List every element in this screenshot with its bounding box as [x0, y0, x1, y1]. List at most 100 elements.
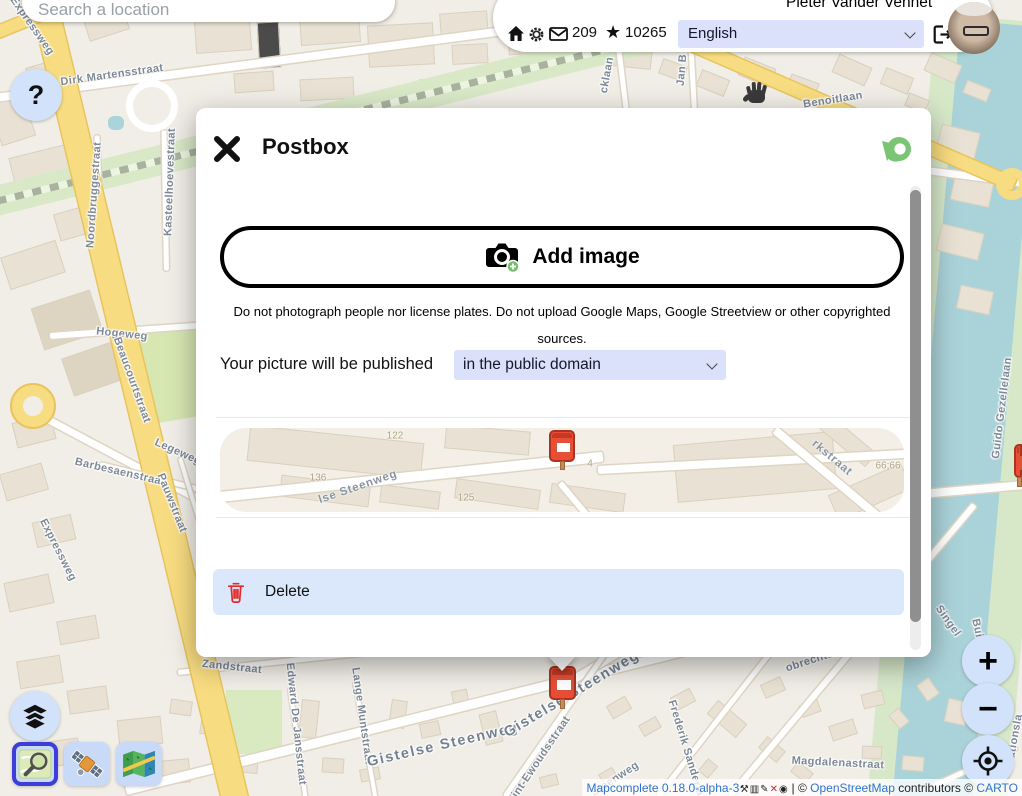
house-number-label: 122 — [387, 431, 404, 442]
attribution-bar: Mapcomplete 0.18.0-alpha-3⚒▥✎✕◉ | © Open… — [582, 779, 1022, 796]
building — [0, 240, 66, 290]
attribution-middle: contributors © — [895, 781, 977, 795]
pencil-icon: ✎ — [760, 784, 768, 795]
circle-arrow-icon: ◉ — [779, 784, 788, 795]
building — [452, 43, 489, 65]
building — [56, 615, 100, 646]
dialog-title: Postbox — [262, 134, 349, 160]
attribution-separator: | © — [788, 781, 810, 795]
divider — [216, 517, 910, 518]
mapcomplete-app: Dirk MartensstraatExpresswegNoordbrugges… — [0, 0, 1022, 796]
zoom-out-button[interactable]: − — [962, 683, 1014, 735]
postbox-marker[interactable] — [549, 666, 576, 700]
building — [322, 757, 345, 773]
roundabout — [126, 80, 178, 132]
add-image-button[interactable]: Add image — [220, 226, 904, 288]
plus-icon: + — [978, 642, 998, 681]
chevron-down-icon — [706, 358, 717, 369]
zoom-in-button[interactable]: + — [962, 635, 1014, 687]
language-value: English — [688, 25, 737, 42]
close-icon[interactable] — [212, 134, 242, 164]
minus-icon: − — [978, 690, 998, 729]
divider — [216, 417, 910, 418]
background-osm-button[interactable] — [12, 742, 58, 786]
star-icon: ★ — [605, 22, 621, 43]
postbox-marker-leg — [560, 699, 565, 709]
delete-button[interactable]: Delete — [213, 569, 904, 615]
username: Pieter Vander Vennet — [786, 0, 932, 12]
building — [606, 696, 633, 720]
trash-icon — [227, 581, 245, 604]
postbox-marker-partial[interactable] — [1014, 444, 1022, 478]
building — [3, 574, 54, 613]
tools-icon: ⚒ — [740, 784, 749, 795]
carto-link[interactable]: CARTO — [976, 781, 1018, 795]
camera-plus-icon — [484, 241, 520, 273]
chevron-down-icon — [904, 27, 915, 38]
building — [233, 71, 274, 94]
building — [539, 773, 559, 789]
chart-icon: ▥ — [750, 784, 759, 795]
building — [831, 54, 872, 87]
minimap-building — [444, 428, 531, 456]
osm-logo-icon — [18, 749, 52, 779]
home-icon[interactable] — [507, 25, 525, 42]
search-icon[interactable] — [355, 0, 385, 2]
pan-hand-cursor — [746, 82, 770, 108]
gear-icon[interactable] — [528, 26, 545, 43]
geolocate-icon — [972, 745, 1004, 777]
building — [638, 716, 662, 737]
help-label: ? — [28, 80, 45, 111]
building — [880, 67, 915, 95]
building — [828, 718, 858, 741]
license-select[interactable]: in the public domain — [454, 350, 726, 380]
mail-icon[interactable] — [549, 27, 568, 41]
street-label: Jan B — [675, 54, 690, 87]
help-button[interactable]: ? — [10, 69, 62, 121]
house-number-label: 66;66 — [875, 461, 900, 472]
building — [67, 685, 110, 714]
house-number-label: 4 — [587, 459, 593, 470]
street-label: Kasteelhoevestraat — [162, 128, 178, 236]
avatar[interactable] — [948, 2, 1000, 54]
layers-button[interactable] — [10, 691, 60, 741]
background-satellite-button[interactable] — [64, 742, 110, 786]
building — [31, 289, 104, 350]
postbox-dialog: Postbox Add image Do not photograph peop… — [196, 108, 931, 657]
stars-count[interactable]: 10265 — [625, 24, 667, 41]
mapcomplete-logo-icon — [876, 133, 914, 169]
map-icon — [121, 749, 157, 779]
delete-label: Delete — [265, 583, 310, 601]
scrollbar-thumb[interactable] — [910, 190, 921, 622]
layers-icon — [21, 703, 49, 730]
cross-icon: ✕ — [770, 784, 778, 795]
search-input[interactable] — [38, 0, 358, 20]
roundabout-center — [23, 396, 43, 416]
osm-link[interactable]: OpenStreetMap — [810, 781, 895, 795]
inbox-count[interactable]: 209 — [572, 24, 597, 41]
language-select[interactable]: English — [678, 20, 924, 48]
building — [760, 676, 786, 699]
image-disclaimer: Do not photograph people nor license pla… — [226, 298, 898, 352]
building — [169, 699, 193, 717]
building — [16, 655, 64, 690]
minimap[interactable]: 122136lse Steenweg1254rkstraat66;66 — [220, 428, 904, 512]
house-number-label: 136 — [310, 473, 327, 484]
satellite-icon — [69, 748, 105, 780]
license-label: Your picture will be published — [220, 355, 433, 374]
building — [0, 462, 49, 501]
license-value: in the public domain — [463, 356, 601, 374]
building — [901, 755, 924, 772]
postbox-marker-partial-leg — [1017, 477, 1022, 487]
pond — [108, 116, 124, 130]
search-bar — [22, 0, 395, 22]
background-map-button[interactable] — [116, 742, 162, 786]
street-label: Lange Muntstraat — [349, 667, 375, 766]
minimap-postbox-marker — [549, 430, 575, 462]
minimap-building — [379, 484, 441, 509]
roundabout — [996, 168, 1022, 200]
building — [696, 69, 731, 97]
building — [419, 720, 442, 739]
add-image-label: Add image — [532, 245, 639, 269]
mapcomplete-version-link[interactable]: Mapcomplete 0.18.0-alpha-3 — [586, 781, 739, 795]
